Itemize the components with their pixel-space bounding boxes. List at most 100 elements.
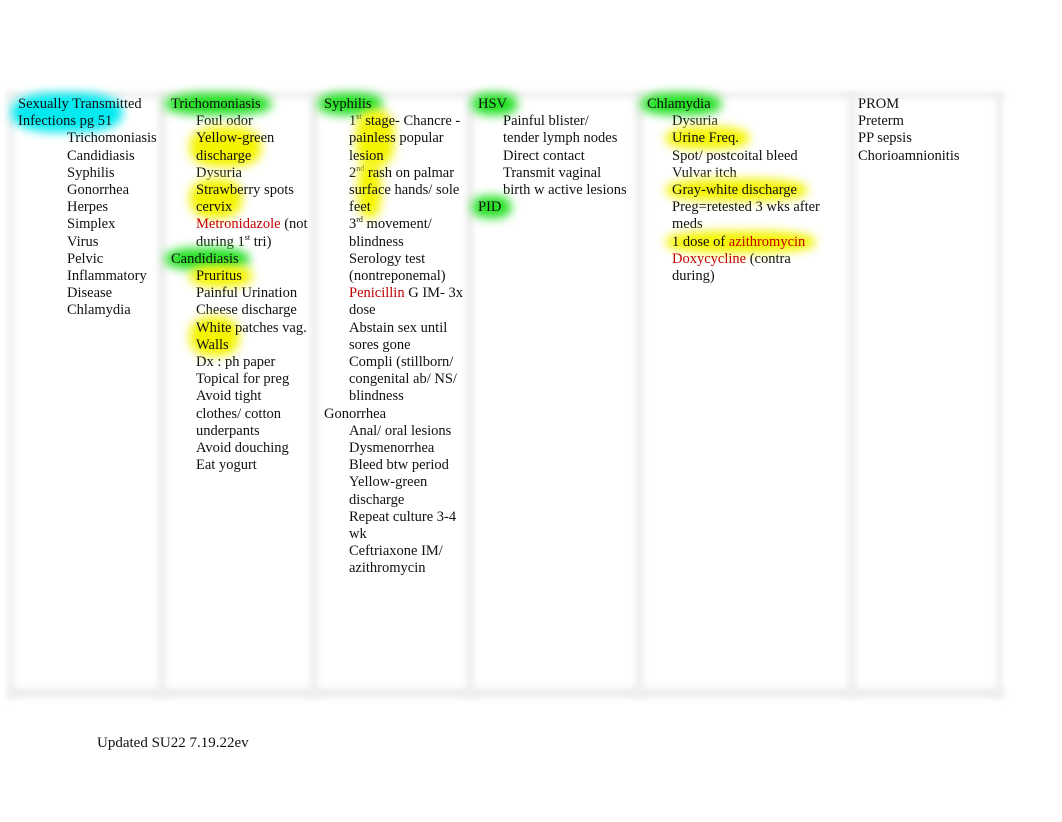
list-item-text: Penicillin (349, 285, 405, 302)
list-item-content: Yellow-green discharge (190, 127, 274, 167)
list-item-suffix: tri) (250, 233, 272, 250)
list-item-text: Gonorrhea (67, 182, 130, 199)
list-item-text: Serology test (nontreponemal) (349, 250, 446, 285)
list-item-text: Repeat culture 3-4 wk (349, 508, 457, 543)
list-item: Repeat culture 3-4 wk (324, 509, 464, 543)
footer-updated-note: Updated SU22 7.19.22ev (97, 735, 249, 751)
section-heading-text: PID (478, 199, 502, 216)
section-heading-text: HSV (478, 96, 508, 112)
list-item-text: 1 dose of (672, 233, 729, 250)
ordinal-suffix: rd (356, 215, 363, 225)
list-item-text: Transmit vaginal birth w active lesions (503, 164, 627, 199)
list-item-content: Urine Freq. (666, 127, 749, 150)
list-item-content: Dx : ph paper (196, 354, 275, 370)
list-item: Avoid douching (171, 440, 309, 457)
sti-table: Sexually Transmitted Infections pg 51 Tri… (8, 92, 1004, 700)
list-item-content: Serology test (nontreponemal) (349, 251, 446, 284)
list-item-content: Chlamydia (67, 302, 131, 318)
list-item-content: Trichomoniasis (67, 130, 157, 146)
highlight: Sexually Transmitted Infections pg 51 (12, 93, 146, 133)
list-item: Strawberry spots cervix (171, 179, 309, 219)
list-item: Dysuria (647, 113, 827, 130)
list-item-content: Pruritus (190, 265, 252, 288)
list-item: Ceftriaxone IM/ azithromycin (324, 543, 464, 577)
highlight: Syphilis (318, 93, 382, 115)
list-item-text: Metronidazole (196, 216, 281, 233)
list-item: Dx : ph paper (171, 354, 309, 371)
table-divider (466, 92, 474, 698)
list-item-text: Yellow-green discharge (349, 474, 428, 508)
list-item-text: Ceftriaxone IM/ azithromycin (349, 543, 443, 577)
list-item: Herpes Simplex Virus (42, 199, 148, 251)
table-border-right (996, 92, 1002, 698)
list-item-text: stage- Chancre - painless popular lesion (349, 113, 461, 164)
list-item-content: Metronidazole (not during 1st tri) (196, 216, 308, 249)
list-item: Trichomoniasis (42, 130, 157, 147)
list-item: Pruritus (171, 265, 309, 288)
list-item-content: Avoid tight clothes/ cotton underpants (196, 388, 281, 438)
section-heading-text: Gonorrhea (324, 405, 387, 422)
highlight: Trichomoniasis (165, 93, 271, 115)
table-border-left (8, 92, 14, 698)
list-item: Preg=retested 3 wks after meds (647, 199, 827, 233)
bullet-list: Painful blister/ tender lymph nodes Direc… (478, 113, 628, 199)
bullet-list: 1st stage- Chancre - painless popular le… (324, 110, 464, 405)
section-heading-text: Chlamydia (647, 96, 711, 112)
list-item-content: 3rd movement/ blindness (349, 215, 432, 250)
column-hsv-pid: HSV Painful blister/ tender lymph nodes Di… (472, 93, 628, 219)
list-item: 2nd rash on palmar surface hands/ sole f… (324, 161, 464, 219)
list-item-content: Compli (stillborn/ congenital ab/ NS/ bl… (349, 354, 457, 404)
bullet-list: Anal/ oral lesions Dysmenorrhea Bleed btw … (324, 423, 464, 578)
bullet-list: Foul odor Yellow-green discharge Dysuria St… (171, 113, 309, 251)
table-divider (635, 92, 643, 698)
complication-line: PP sepsis (858, 130, 912, 147)
section-heading: HSV (472, 93, 628, 115)
list-item-text: Syphilis (67, 164, 115, 181)
list-item-text: Abstain sex until sores gone (349, 319, 448, 353)
list-item-group: 1 dose of azithromycin (672, 234, 805, 250)
list-item-text: Bleed btw period (349, 457, 449, 474)
list-item-content: Dysmenorrhea (349, 440, 434, 456)
highlight: PID (472, 196, 512, 219)
list-item-text: rash on palmar surface hands/ sole feet (349, 164, 460, 216)
list-item-content: 1st stage- Chancre - painless popular le… (349, 110, 461, 167)
highlight: 1 dose of azithromycin (666, 230, 816, 253)
section-heading-text: Sexually Transmitted Infections pg 51 (18, 96, 146, 130)
list-item: Chlamydia (42, 302, 148, 319)
list-item-text: Gray-white discharge (672, 182, 797, 199)
highlight: Candidiasis (165, 247, 249, 270)
list-item: Dysmenorrhea (324, 440, 464, 457)
list-item-text: Pelvic Inflammatory Disease (67, 250, 147, 302)
list-item-text: Doxycycline (672, 250, 747, 267)
list-item-content: Transmit vaginal birth w active lesions (503, 165, 627, 198)
list-item: Serology test (nontreponemal) (324, 251, 464, 285)
list-item: 1 dose of azithromycin (647, 230, 827, 253)
list-item: Abstain sex until sores gone (324, 320, 464, 354)
list-item-content: Yellow-green discharge (349, 474, 427, 507)
list-item: 3rd movement/ blindness (324, 216, 464, 250)
complication-line: PROM (858, 96, 900, 112)
list-item-text: Compli (stillborn/ congenital ab/ NS/ bl… (349, 354, 457, 405)
list-item-text: Direct contact (503, 147, 585, 164)
highlight: stage- Chancre - painless popular lesion (349, 110, 461, 167)
list-item-text: Spot/ postcoital bleed (672, 147, 798, 164)
table-divider (848, 92, 856, 698)
list-item-content: Candidiasis (67, 148, 135, 164)
list-item-text: Trichomoniasis (67, 130, 157, 147)
highlight: White patches vag. Walls (190, 316, 307, 356)
list-item-text: Topical for preg (196, 371, 290, 388)
complication-line: Chorioamnionitis (858, 147, 960, 164)
list-item: Eat yogurt (171, 457, 309, 474)
list-item: Penicillin G IM- 3x dose (324, 285, 464, 319)
list-item-text: Pruritus (196, 268, 242, 285)
column-sti-overview: Sexually Transmitted Infections pg 51 Tri… (12, 93, 157, 320)
section-heading: Sexually Transmitted Infections pg 51 (12, 93, 148, 133)
list-item-content: Preg=retested 3 wks after meds (672, 199, 820, 232)
list-item-text: Anal/ oral lesions (349, 422, 452, 439)
list-item-content: 2nd rash on palmar surface hands/ sole f… (349, 161, 460, 219)
highlight: Urine Freq. (666, 127, 749, 150)
section-heading-text: Syphilis (324, 96, 372, 112)
list-item: Cheese discharge (171, 302, 309, 319)
list-item-text: Dysmenorrhea (349, 440, 435, 457)
list-item: Dysuria (171, 165, 309, 182)
